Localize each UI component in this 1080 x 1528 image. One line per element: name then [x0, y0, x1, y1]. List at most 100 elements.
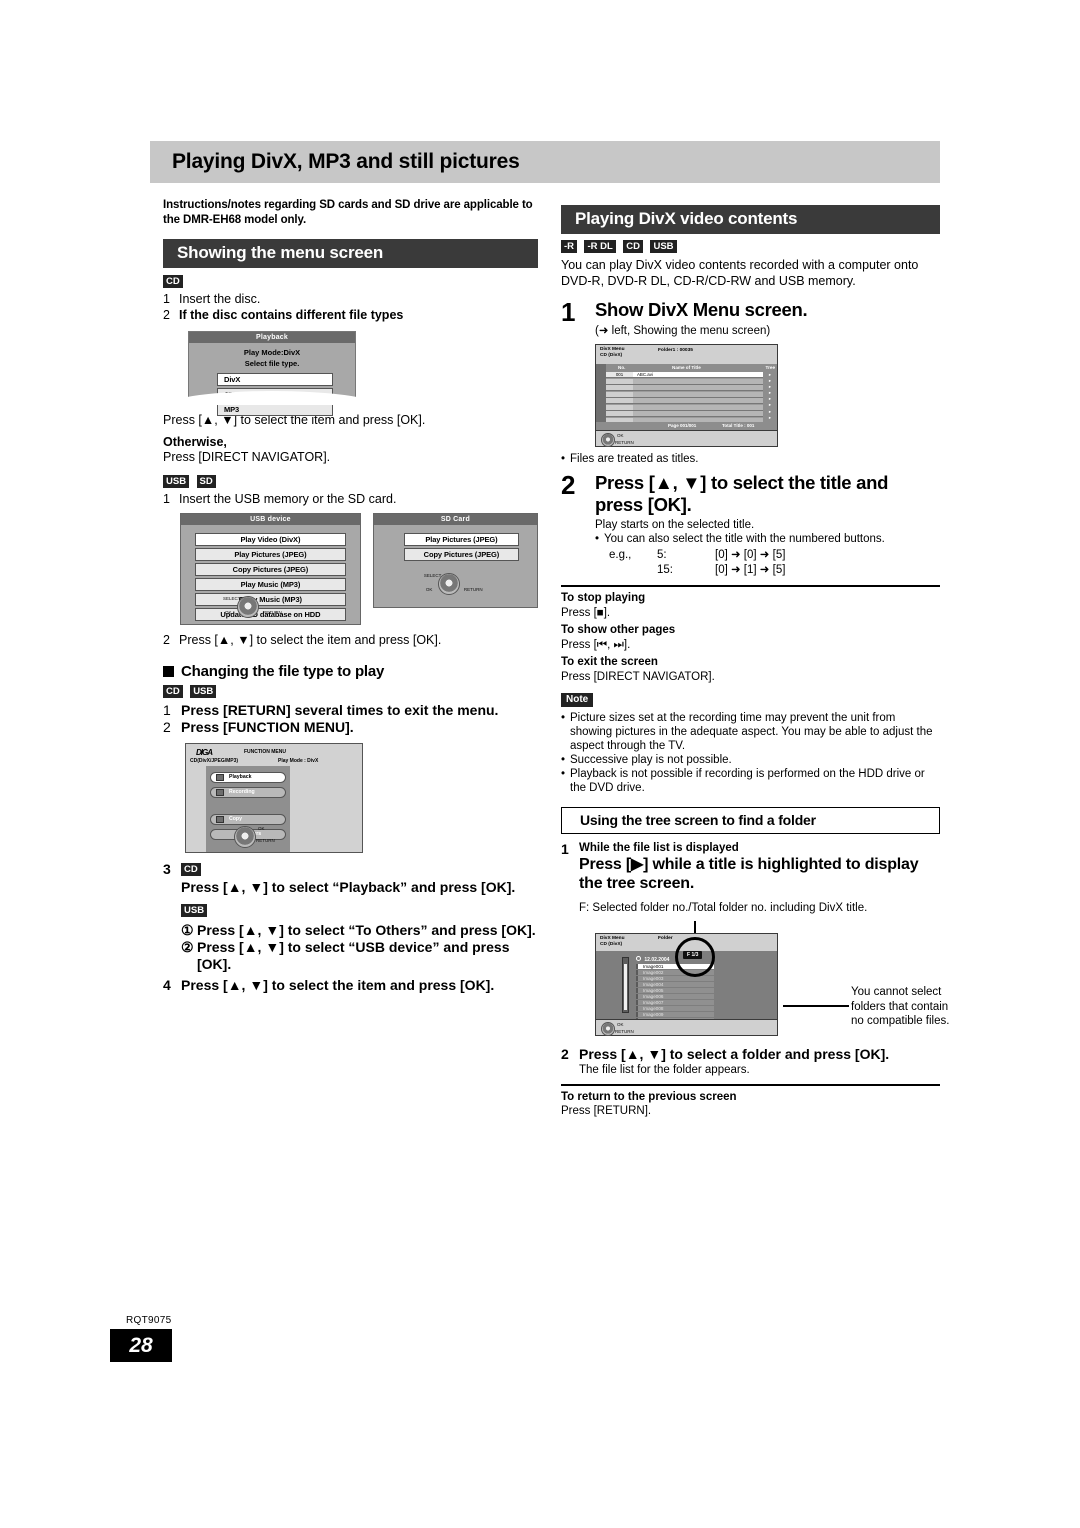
fn-dial-group: OK RETURN [234, 825, 275, 848]
badge-cd: CD [163, 275, 183, 289]
square-bullet-icon [163, 665, 174, 677]
dial-ok-label: OK [258, 825, 265, 831]
otherwise-text: Press [DIRECT NAVIGATOR]. [163, 450, 331, 464]
dial-return-label: RETURN [263, 610, 282, 615]
section-playing-divx: Playing DivX video contents [561, 205, 940, 234]
to-exit-screen-head: To exit the screen [561, 656, 658, 668]
step1-heading: Show DivX Menu screen. [595, 299, 808, 320]
page-title-bar: Playing DivX, MP3 and still pictures [150, 141, 940, 183]
bullet-icon: • [561, 768, 566, 780]
divx-menu-row[interactable] [606, 391, 763, 398]
badge-cd: CD [163, 684, 183, 698]
divx-menu-row[interactable] [606, 404, 763, 411]
dial-ok-label: OK [617, 433, 624, 438]
usb-item-play-pictures[interactable]: Play Pictures (JPEG) [195, 548, 346, 561]
tree-section-box-title: Using the tree screen to find a folder [561, 807, 940, 834]
note-text: Successive play is not possible. [570, 754, 732, 766]
divx-menu-row[interactable] [606, 411, 763, 417]
diga-logo: DIGA [196, 747, 213, 757]
divx-menu-row[interactable] [606, 398, 763, 404]
dial-return-label: RETURN [615, 440, 634, 445]
radio-icon [636, 956, 641, 961]
subhead-changing-file-type: Changing the file type to play [181, 662, 385, 680]
tree-item[interactable]: Image007 [636, 999, 714, 1006]
fn-item-copy[interactable]: Copy [210, 813, 286, 825]
step1-subtext: (➜ left, Showing the menu screen) [595, 325, 771, 337]
playback-screen-line2: Select file type. [244, 359, 300, 368]
step-number: 3 [163, 860, 171, 877]
eg-number: 15: [657, 564, 673, 576]
divx-menu-title: DivX Menu [600, 347, 625, 352]
badge-cd: CD [181, 862, 201, 876]
tree-f-caption: F: Selected folder no./Total folder no. … [579, 902, 868, 914]
function-menu-panel: Playback Recording Copy To Others OK RET… [206, 765, 290, 852]
tree-step2-heading: Press [▲, ▼] to select a folder and pres… [579, 1046, 890, 1062]
sd-item-play-pictures[interactable]: Play Pictures (JPEG) [403, 533, 519, 546]
badge-cd: CD [623, 240, 643, 254]
usb-dial-group: SELECT OK RETURN [223, 596, 282, 618]
tree-step1-condition: While the file list is displayed [579, 842, 739, 854]
badge-usb: USB [163, 474, 190, 488]
tree-item[interactable]: Image003 [636, 975, 714, 982]
usb-item-play-video[interactable]: Play Video (DivX) [195, 533, 346, 546]
divx-menu-row[interactable] [606, 385, 763, 391]
tree-side-note: You cannot select folders that contain n… [851, 986, 950, 1027]
divx-menu-scroll-bar[interactable] [596, 364, 606, 430]
usb-device-screen-mock: USB device Play Video (DivX) Play Pictur… [180, 513, 361, 625]
col-header-no: No. [618, 365, 626, 370]
step-number: 1 [163, 701, 171, 718]
tree-step2-subtext: The file list for the folder appears. [579, 1064, 750, 1076]
divx-menu-header: DivX Menu CD (DivX) Folder1 : 00035 [596, 345, 777, 364]
note-text: Playback is not possible if recording is… [570, 768, 925, 794]
divx-menu-row[interactable] [606, 378, 763, 385]
playback-screen-title: Playback [189, 332, 355, 343]
tree-root-label: 12.02.2004 [644, 957, 670, 963]
substep-marker: ① [181, 921, 194, 938]
dial-return-label: RETURN [463, 587, 483, 592]
badge-sd: SD [196, 474, 216, 488]
fn-item-recording[interactable]: Recording [210, 786, 286, 798]
step2-heading: Press [▲, ▼] to select the title and pre… [595, 472, 889, 515]
eg-label: e.g., [609, 549, 632, 561]
dial-ok-label: OK [425, 587, 433, 592]
left-column: Instructions/notes regarding SD cards an… [163, 198, 538, 994]
usb-screen-title: USB device [181, 514, 360, 525]
tree-scroll-thumb[interactable] [624, 964, 627, 1010]
step-number: 1 [561, 841, 569, 857]
rqt-code: RQT9075 [126, 1315, 172, 1326]
tree-item[interactable]: Image005 [636, 987, 714, 994]
fn-item-label: Playback [229, 774, 252, 780]
divx-menu-row[interactable]: 001 ABC.avi [606, 372, 763, 378]
dial-ok-label: OK [617, 1022, 624, 1027]
badge-r: -R [561, 240, 578, 254]
step-text: Insert the disc. [179, 292, 261, 306]
playback-screen-line1: Play Mode:DivX [243, 348, 301, 357]
dial-return-label: RETURN [256, 837, 275, 843]
tree-item[interactable]: Image009 [636, 1011, 714, 1018]
fn-item-label: Copy [229, 816, 242, 822]
dial-icon [234, 825, 256, 848]
lead-paragraph: You can play DivX video contents recorde… [561, 258, 919, 288]
tree-item[interactable]: Image004 [636, 981, 714, 988]
fn-item-playback[interactable]: Playback [210, 771, 286, 783]
badge-note: Note [561, 692, 594, 707]
bullet-text: Files are treated as titles. [570, 453, 699, 465]
usb-item-copy-music[interactable]: Copy Music (MP3) [195, 593, 346, 606]
to-stop-playing-head: To stop playing [561, 592, 646, 604]
tree-item[interactable]: Image006 [636, 993, 714, 1000]
dial-icon [601, 1022, 615, 1036]
step-number: 1 [163, 292, 170, 306]
divx-menu-bottom-bar: OK RETURN [596, 430, 777, 447]
sd-item-copy-pictures[interactable]: Copy Pictures (JPEG) [403, 548, 519, 561]
usb-item-copy-pictures[interactable]: Copy Pictures (JPEG) [195, 563, 346, 576]
badge-r-dl: -R DL [584, 240, 616, 254]
bullet-icon: • [595, 533, 600, 545]
tree-screen-title: DivX Menu [600, 936, 625, 941]
tree-item[interactable]: Image008 [636, 1005, 714, 1012]
tree-scrollbar[interactable] [622, 957, 629, 1013]
sd-card-screen-mock: SD Card Play Pictures (JPEG) Copy Pictur… [372, 513, 538, 608]
usb-item-play-music[interactable]: Play Music (MP3) [195, 578, 346, 591]
to-show-other-pages-text: Press [⏮, ⏭]. [561, 638, 631, 651]
step3-cd-text: Press [▲, ▼] to select “Playback” and pr… [181, 878, 516, 895]
playback-option-divx[interactable]: DivX [217, 373, 333, 386]
